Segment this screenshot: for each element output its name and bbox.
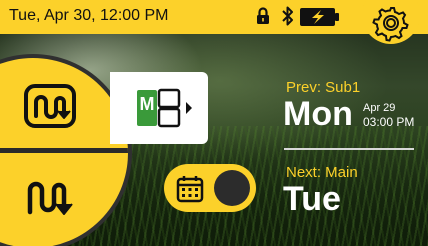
screen: Tue, Apr 30, 12:00 PM M Prev: Sub1 Mon A… (0, 0, 428, 246)
next-label: Next: Main (286, 164, 358, 181)
schedule-divider (284, 148, 414, 150)
calendar-toggle[interactable] (164, 164, 256, 212)
wave-arrow-icon (22, 181, 78, 228)
bluetooth-icon (281, 6, 295, 31)
settings-button[interactable] (362, 0, 420, 44)
manual-mode-button[interactable] (22, 80, 78, 132)
next-day: Tue (283, 180, 341, 218)
schedule-card[interactable]: M (110, 72, 208, 144)
mode-divider (0, 148, 128, 153)
battery-charging-icon (299, 7, 341, 32)
prev-day: Mon (283, 95, 353, 133)
prev-date: Apr 29 (363, 102, 396, 114)
status-datetime: Tue, Apr 30, 12:00 PM (9, 7, 169, 24)
prev-time: 03:00 PM (363, 115, 415, 129)
lock-icon (256, 6, 270, 31)
toggle-knob[interactable] (214, 170, 250, 206)
boxed-wave-arrow-icon (22, 84, 78, 136)
calendar-icon (176, 175, 204, 208)
prev-label: Prev: Sub1 (286, 79, 361, 96)
schedule-badge: M (139, 94, 155, 114)
auto-mode-button[interactable] (22, 172, 78, 224)
